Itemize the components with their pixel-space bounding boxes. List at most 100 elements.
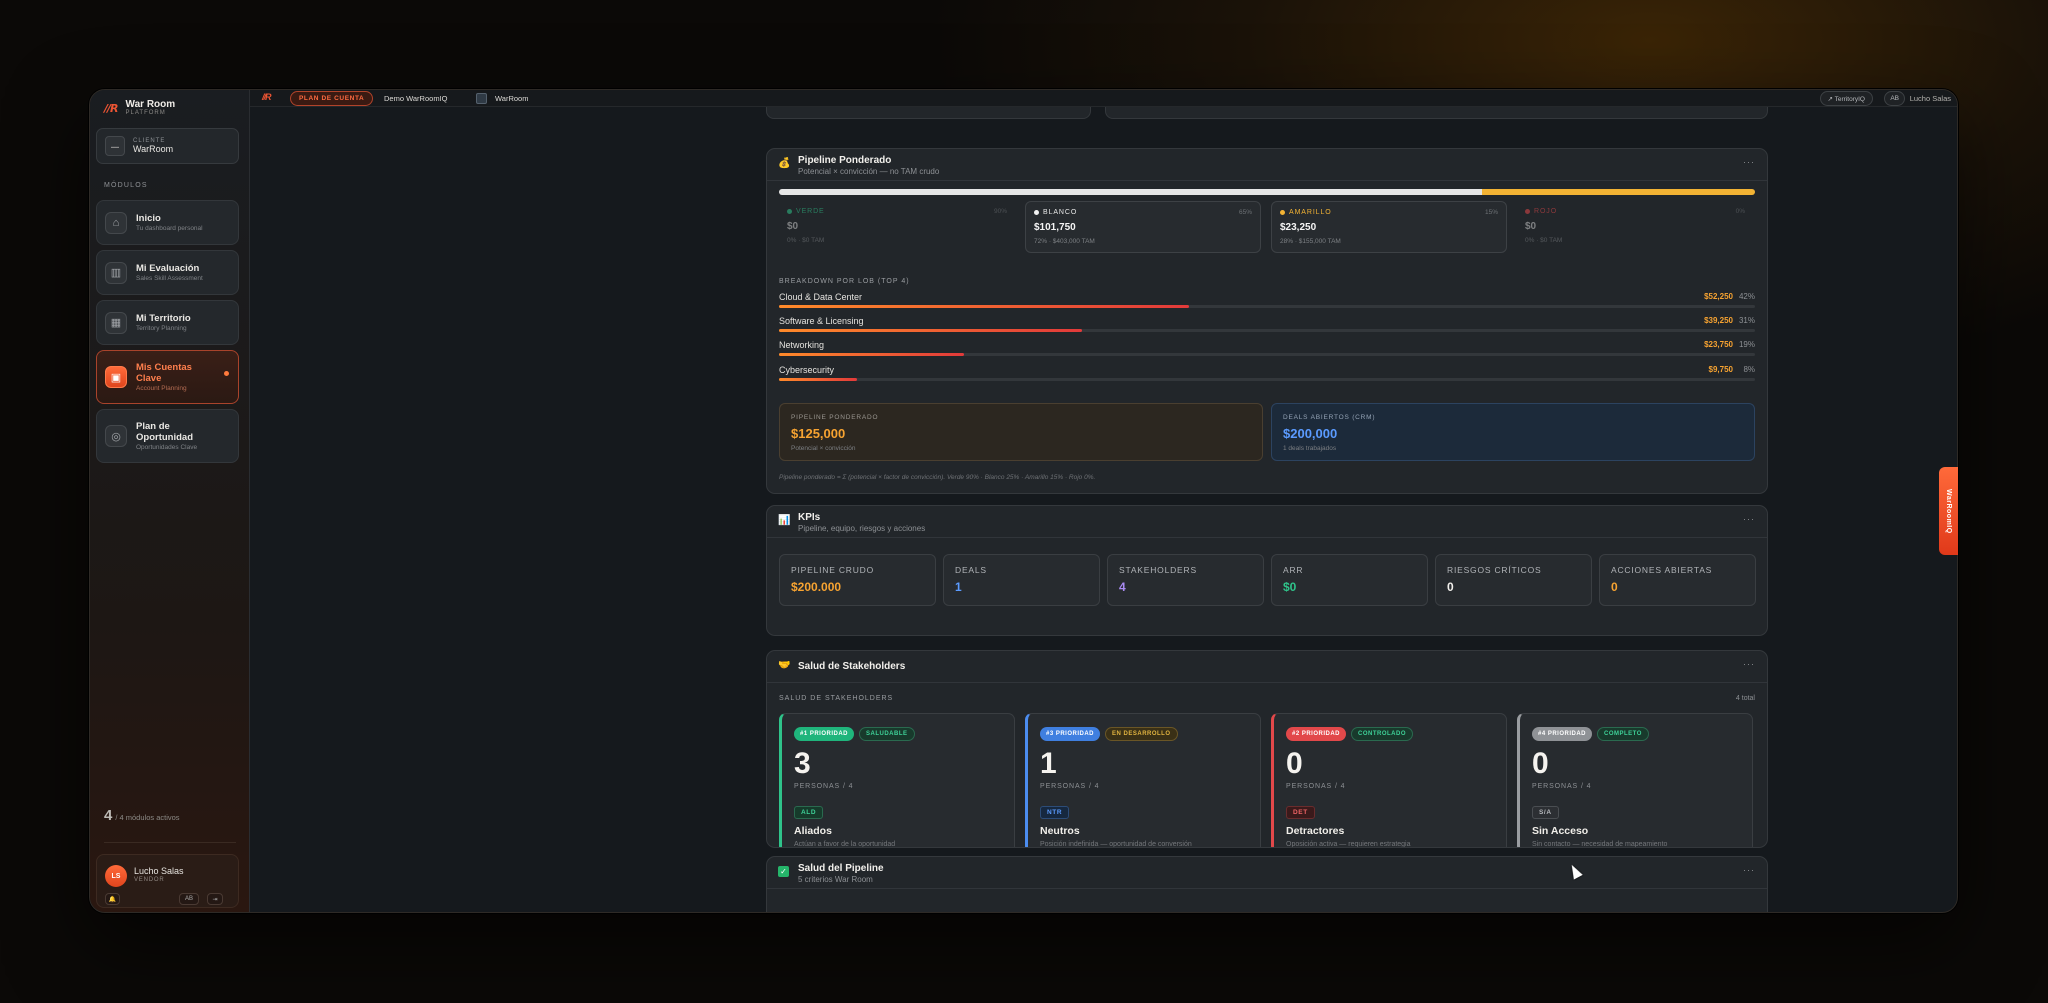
lob-track: [779, 305, 1755, 308]
breadcrumb-client[interactable]: WarRoom: [495, 94, 528, 103]
stakeholders-heading: SALUD DE STAKEHOLDERS: [779, 695, 894, 702]
lob-fill-bar: [779, 329, 1082, 332]
stakeholder-count-sub: PERSONAS / 4: [1286, 783, 1346, 790]
category-tag: NTR: [1040, 806, 1070, 819]
stakeholder-card-neutros[interactable]: #3 PRIORIDAD EN DESARROLLO 1 PERSONAS / …: [1025, 713, 1261, 847]
category-tag: DET: [1286, 806, 1315, 819]
sidebar-item-territorio[interactable]: ▦ Mi Territorio Territory Planning: [96, 300, 239, 345]
sidebar-item-cuentas-clave[interactable]: ▣ Mis Cuentas Clave Account Planning: [96, 350, 239, 404]
tier-value: $23,250: [1280, 222, 1317, 233]
logout-icon[interactable]: ⇥: [207, 893, 223, 905]
nav-subtitle: Account Planning: [136, 385, 187, 392]
card-subtitle: Potencial × convicción — no TAM crudo: [798, 167, 940, 176]
home-icon: ⌂: [105, 211, 127, 234]
brand-title: War Room: [125, 99, 176, 110]
language-toggle-button[interactable]: AB: [179, 893, 199, 905]
sidebar-item-plan-oportunidad[interactable]: ◎ Plan de Oportunidad Oportunidades Clave: [96, 409, 239, 463]
pipeline-card: 💰 Pipeline Ponderado Potencial × convicc…: [766, 148, 1768, 494]
user-role: VENDOR: [134, 877, 165, 883]
user-card[interactable]: LS Lucho Salas VENDOR 🔔 AB ⇥: [96, 854, 239, 908]
brand[interactable]: //R War Room PLATFORM: [104, 99, 176, 117]
more-options-icon[interactable]: ···: [1743, 659, 1755, 669]
more-options-icon[interactable]: ···: [1743, 514, 1755, 524]
stakeholder-count-sub: PERSONAS / 4: [1040, 783, 1100, 790]
tier-amarillo[interactable]: AMARILLO 15% $23,250 28% · $155,000 TAM: [1271, 201, 1507, 253]
bar-chart-icon: ▥: [105, 261, 127, 284]
nav-title: Mi Territorio: [136, 313, 191, 324]
module-count-number: 4: [104, 807, 113, 824]
stakeholder-card-detractores[interactable]: #2 PRIORIDAD CONTROLADO 0 PERSONAS / 4 D…: [1271, 713, 1507, 847]
client-selector[interactable]: ▬▬ CLIENTE WarRoom: [96, 128, 239, 164]
stakeholders-card: 🤝 Salud de Stakeholders ··· SALUD DE STA…: [766, 650, 1768, 848]
kpi-acciones-abiertas: ACCIONES ABIERTAS 0: [1599, 554, 1756, 606]
chart-icon: 📊: [778, 515, 791, 526]
tier-subtext: 72% · $403,000 TAM: [1034, 238, 1095, 245]
tier-label: BLANCO: [1034, 209, 1252, 216]
more-options-icon[interactable]: ···: [1743, 865, 1755, 875]
tier-verde[interactable]: VERDE 90% $0 0% · $0 TAM: [779, 201, 1015, 253]
category-tag: S/A: [1532, 806, 1559, 819]
tier-factor: 65%: [1238, 209, 1252, 216]
stakeholder-card-sin-acceso[interactable]: #4 PRIORIDAD COMPLETO 0 PERSONAS / 4 S/A…: [1517, 713, 1753, 847]
notifications-bell-icon[interactable]: 🔔: [105, 893, 120, 905]
checkbox-icon: ✓: [778, 866, 789, 877]
avatar: LS: [105, 865, 127, 887]
card-subtitle: 5 criterios War Room: [798, 875, 873, 884]
lob-fill-bar: [779, 378, 858, 381]
warroomiq-side-tab[interactable]: WarRoomIQ: [1939, 467, 1958, 555]
kpi-stakeholders: STAKEHOLDERS 4: [1107, 554, 1264, 606]
nav-subtitle: Oportunidades Clave: [136, 444, 198, 451]
territoryiq-link[interactable]: ↗ TerritoryIQ: [1819, 91, 1873, 106]
tier-value: $0: [787, 221, 799, 232]
pipeline-footnote: Pipeline ponderado = Σ (potencial × fact…: [779, 474, 1096, 481]
status-dot-icon: [787, 209, 792, 214]
target-icon: ◎: [105, 425, 127, 447]
card-title: KPIs: [798, 512, 821, 523]
sidebar-item-inicio[interactable]: ⌂ Inicio Tu dashboard personal: [96, 200, 239, 245]
more-options-icon[interactable]: ···: [1743, 157, 1755, 167]
money-bag-icon: 💰: [778, 158, 791, 169]
topbar-user-name[interactable]: Lucho Salas: [1910, 94, 1951, 103]
card-header: 🤝 Salud de Stakeholders ···: [767, 651, 1767, 683]
kpi-value: $0: [1283, 580, 1297, 594]
handshake-icon: 🤝: [778, 660, 791, 671]
nav-title: Mis Cuentas Clave: [136, 362, 192, 384]
open-deals-summary: DEALS ABIERTOS (CRM) $200,000 1 deals tr…: [1271, 403, 1755, 461]
stakeholder-count: 0: [1286, 747, 1303, 780]
kpi-value: 4: [1119, 580, 1126, 594]
module-count-text: / 4 módulos activos: [115, 813, 180, 822]
kpi-value: $200.000: [791, 580, 842, 594]
stakeholder-count-sub: PERSONAS / 4: [1532, 783, 1592, 790]
tier-blanco[interactable]: BLANCO 65% $101,750 72% · $403,000 TAM: [1025, 201, 1261, 253]
user-name: Lucho Salas: [134, 866, 184, 876]
category-name: Aliados: [794, 825, 832, 837]
brand-subtitle: PLATFORM: [125, 110, 166, 116]
module-pill[interactable]: PLAN DE CUENTA: [290, 91, 374, 106]
status-badge: SALUDABLE: [859, 727, 915, 741]
lob-fill-bar: [779, 353, 965, 356]
pipeline-health-card: ✓ Salud del Pipeline 5 criterios War Roo…: [766, 856, 1768, 912]
client-logo-icon: [476, 93, 487, 104]
tier-rojo[interactable]: ROJO 0% $0 0% · $0 TAM: [1517, 201, 1753, 253]
lob-value: $39,250: [1704, 316, 1733, 325]
main-content[interactable]: 💰 Pipeline Ponderado Potencial × convicc…: [250, 107, 1957, 912]
status-dot-icon: [1525, 209, 1530, 214]
tier-factor: 0%: [1735, 208, 1745, 215]
lob-row: Cloud & Data Center $52,250 42%: [779, 292, 1755, 314]
kpi-label: ACCIONES ABIERTAS: [1611, 565, 1713, 575]
sidebar-divider: [104, 842, 236, 843]
lob-value: $9,750: [1708, 365, 1733, 374]
briefcase-icon: ▣: [105, 366, 127, 388]
language-toggle-button[interactable]: AB: [1884, 91, 1905, 106]
active-indicator-dot: [224, 371, 229, 376]
kpi-deals: DEALS 1: [943, 554, 1100, 606]
lob-percent: 19%: [1738, 340, 1755, 349]
tier-subtext: 0% · $0 TAM: [1525, 237, 1563, 244]
progress-segment-amarillo: [1481, 189, 1755, 195]
sidebar-item-evaluacion[interactable]: ▥ Mi Evaluación Sales Skill Assessment: [96, 250, 239, 295]
summary-subtext: Potencial × convicción: [791, 445, 856, 452]
breadcrumb-workspace[interactable]: Demo WarRoomIQ: [384, 94, 447, 103]
stakeholder-card-aliados[interactable]: #1 PRIORIDAD SALUDABLE 3 PERSONAS / 4 AL…: [779, 713, 1015, 847]
topbar-logo-icon[interactable]: //R: [262, 92, 271, 102]
lob-value: $52,250: [1704, 292, 1733, 301]
